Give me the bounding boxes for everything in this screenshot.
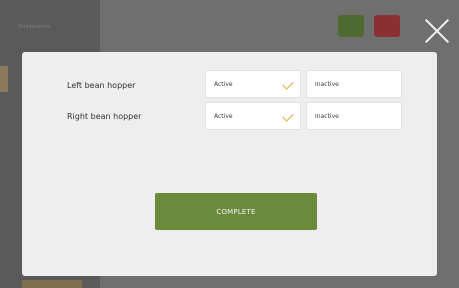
left-hopper-active-option[interactable]: Active — [205, 70, 301, 98]
complete-button[interactable]: COMPLETE — [155, 193, 317, 230]
hopper-status-dialog: Left bean hopper Active Inactive Right b… — [22, 52, 437, 276]
right-bean-hopper-label: Right bean hopper — [67, 112, 142, 121]
left-hopper-inactive-label: Inactive — [315, 81, 339, 88]
right-hopper-active-option[interactable]: Active — [205, 102, 301, 130]
left-hopper-inactive-option[interactable]: Inactive — [306, 70, 402, 98]
background-gear-icon — [338, 15, 364, 37]
left-bean-hopper-label: Left bean hopper — [67, 81, 136, 90]
right-hopper-inactive-option[interactable]: Inactive — [306, 102, 402, 130]
background-sidebar-title: Maintenance — [18, 24, 51, 30]
check-icon — [282, 78, 294, 90]
left-hopper-active-label: Active — [214, 81, 233, 88]
right-hopper-active-label: Active — [214, 113, 233, 120]
background-sidebar-active-item — [0, 66, 8, 92]
right-hopper-inactive-label: Inactive — [315, 113, 339, 120]
background-bottom-tab — [22, 280, 82, 288]
close-icon[interactable] — [424, 18, 450, 44]
check-icon — [282, 110, 294, 122]
background-warning-icon — [374, 15, 400, 37]
